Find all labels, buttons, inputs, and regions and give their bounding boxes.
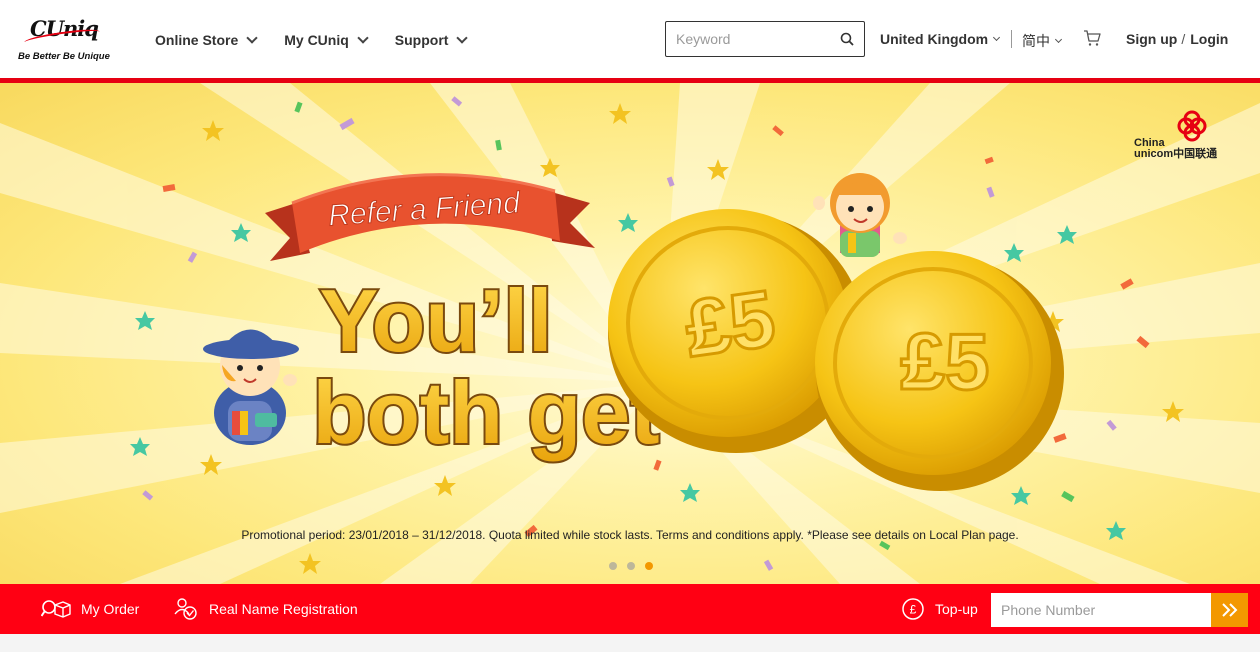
sign-up-link[interactable]: Sign up <box>1126 31 1177 47</box>
headline-line-2: both get <box>312 363 659 462</box>
nav-support[interactable]: Support <box>394 30 469 50</box>
double-chevron-right-icon <box>1221 603 1237 617</box>
real-name-registration-link[interactable]: Real Name Registration <box>173 584 358 634</box>
order-magnifier-icon <box>41 600 71 618</box>
carousel-dots <box>609 562 653 570</box>
real-name-label: Real Name Registration <box>209 601 358 617</box>
nav-label: Support <box>394 32 449 48</box>
unicom-knot-icon <box>1177 110 1207 142</box>
coin-right: £5 <box>815 251 1064 491</box>
banner-artwork: Refer a Friend You’ll both get £5 £5 <box>0 83 1260 584</box>
nav-online-store[interactable]: Online Store <box>155 30 258 50</box>
promo-terms: Promotional period: 23/01/2018 – 31/12/2… <box>241 528 1019 542</box>
auth-separator: / <box>1181 31 1186 47</box>
phone-number-input[interactable] <box>991 593 1211 627</box>
quick-action-bar: My Order Real Name Registration £ Top-up <box>0 584 1260 634</box>
search-box <box>665 21 865 57</box>
carousel-dot-1[interactable] <box>609 562 617 570</box>
region-label: United Kingdom <box>880 31 989 47</box>
region-selector[interactable]: United Kingdom <box>880 31 1001 47</box>
nav-my-cuniq[interactable]: My CUniq <box>284 30 369 50</box>
auth-links: Sign up / Login <box>1126 31 1228 47</box>
topup-submit-button[interactable] <box>1211 593 1248 627</box>
my-order-label: My Order <box>81 601 140 617</box>
language-selector[interactable]: 简中 <box>1022 31 1063 51</box>
nav-label: My CUniq <box>284 32 349 48</box>
coin-left-value: £5 <box>680 273 781 374</box>
language-label: 简中 <box>1022 34 1050 50</box>
carousel-dot-2[interactable] <box>627 562 635 570</box>
logo-tagline: Be Better Be Unique <box>18 51 110 62</box>
divider <box>1011 30 1012 48</box>
headline-line-1: You’ll <box>319 271 552 370</box>
chevron-down-icon <box>357 32 369 44</box>
pound-coin-icon: £ <box>902 598 924 620</box>
chevron-down-icon <box>456 32 469 44</box>
svg-text:£: £ <box>910 603 917 617</box>
nav-label: Online Store <box>155 32 239 48</box>
hero-banner[interactable]: Refer a Friend You’ll both get £5 £5 Chi… <box>0 83 1260 584</box>
coin-right-value: £5 <box>901 317 990 406</box>
cart-icon[interactable] <box>1083 29 1101 47</box>
china-unicom-logo: China unicom中国联通 <box>1134 109 1224 161</box>
my-order-link[interactable]: My Order <box>41 584 139 634</box>
search-input[interactable] <box>666 22 834 56</box>
carousel-dot-3[interactable] <box>645 562 653 570</box>
chevron-down-icon <box>246 32 258 44</box>
topup-label: Top-up <box>935 601 978 617</box>
registration-icon <box>174 598 197 620</box>
unicom-text-line2: unicom中国联通 <box>1134 148 1218 160</box>
chevron-down-icon <box>1054 35 1063 44</box>
login-link[interactable]: Login <box>1190 31 1228 47</box>
main-nav: Online Store My CUniq Support <box>155 30 494 50</box>
site-header: CUniq Be Better Be Unique Online Store M… <box>0 0 1260 78</box>
cuniq-logo[interactable]: CUniq Be Better Be Unique <box>18 16 114 64</box>
search-icon[interactable] <box>840 32 854 46</box>
topup-label-group: £ Top-up <box>901 584 978 634</box>
chevron-down-icon <box>993 33 1001 42</box>
